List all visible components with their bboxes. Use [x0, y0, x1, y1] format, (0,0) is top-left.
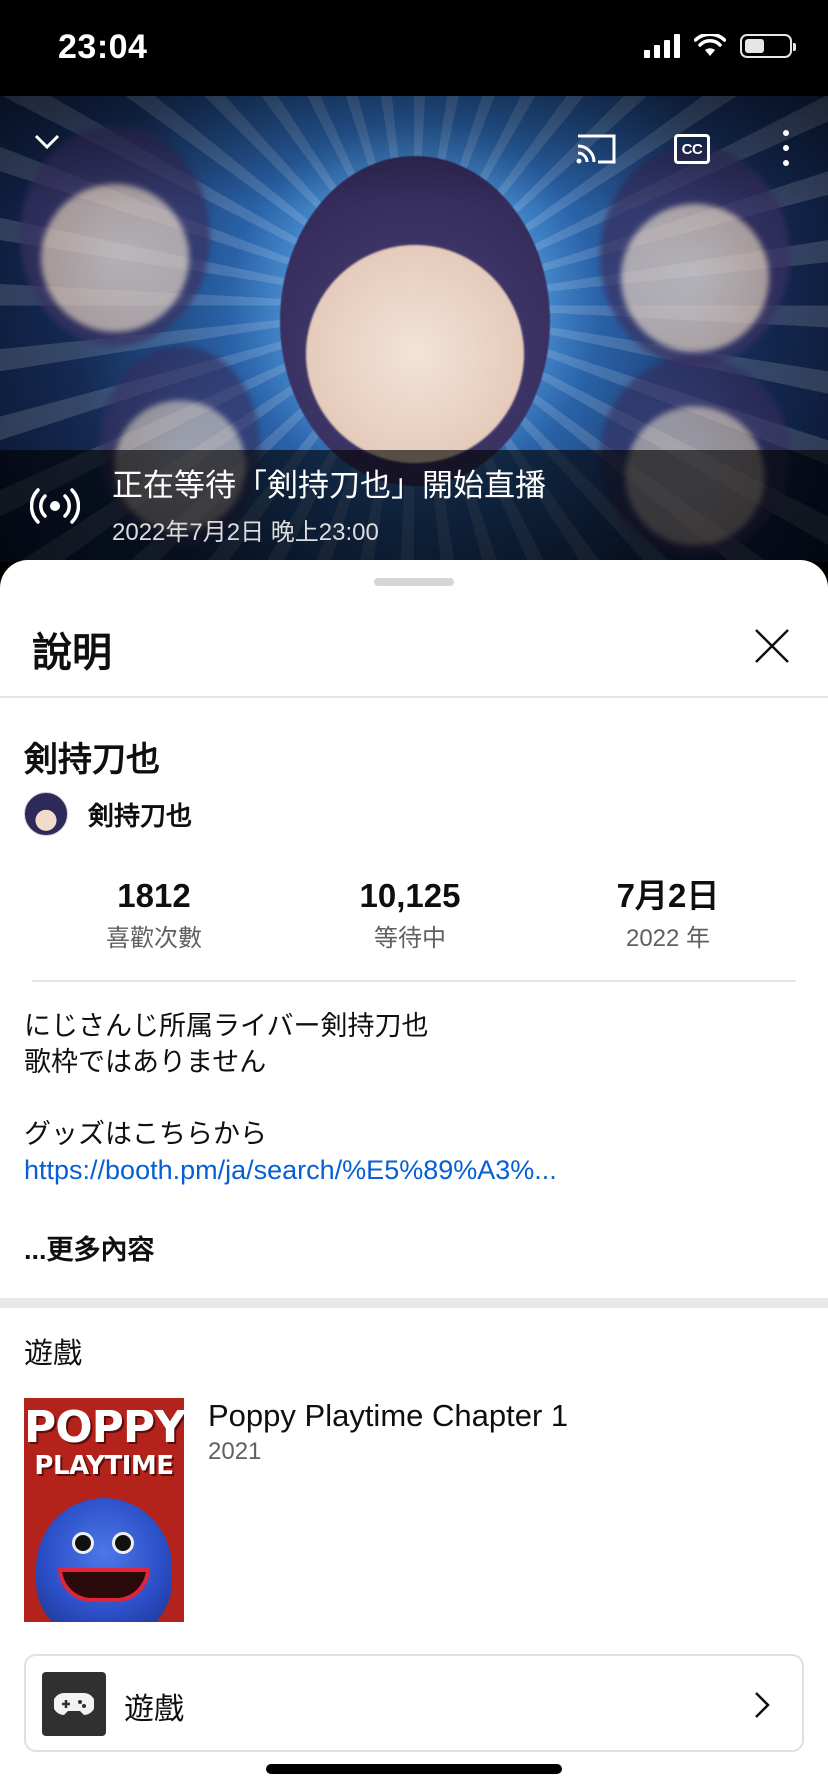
description-line: にじさんじ所属ライバー剣持刀也 — [24, 1011, 429, 1041]
close-icon[interactable] — [752, 626, 792, 666]
video-player[interactable]: CC 正在等待「剣持刀也」開始直播 2022年7月2日 晚上23:00 — [0, 96, 828, 562]
status-time: 23:04 — [58, 28, 148, 66]
cellular-signal-icon — [644, 34, 680, 58]
chevron-down-icon[interactable] — [32, 126, 62, 156]
status-bar: 23:04 — [0, 0, 828, 96]
live-broadcast-icon — [30, 488, 80, 524]
scheduled-time: 2022年7月2日 晚上23:00 — [112, 519, 379, 546]
stats-row: 1812 喜歡次數 10,125 等待中 7月2日 2022 年 — [0, 876, 828, 956]
game-name[interactable]: Poppy Playtime Chapter 1 — [208, 1398, 568, 1434]
stat-waiting: 10,125 等待中 — [310, 876, 510, 953]
home-indicator — [266, 1764, 562, 1774]
description-link[interactable]: https://booth.pm/ja/search/%E5%89%A3%... — [24, 1152, 804, 1188]
stat-value: 10,125 — [359, 877, 461, 914]
cast-icon[interactable] — [574, 132, 618, 166]
cover-title-line: POPPY — [24, 1402, 184, 1453]
stat-label: 喜歡次數 — [106, 925, 202, 952]
avatar[interactable] — [24, 792, 68, 836]
game-year: 2021 — [208, 1438, 262, 1465]
stat-label: 等待中 — [374, 925, 446, 952]
battery-icon — [740, 34, 796, 58]
waiting-title: 正在等待「剣持刀也」開始直播 — [112, 468, 546, 503]
stat-date: 7月2日 2022 年 — [568, 876, 768, 953]
channel-name[interactable]: 剣持刀也 — [88, 796, 192, 833]
games-browse-button[interactable]: 遊戲 — [24, 1654, 804, 1752]
cc-icon[interactable]: CC — [674, 134, 710, 164]
drag-handle[interactable] — [374, 578, 454, 586]
more-vert-icon[interactable] — [780, 130, 792, 166]
chevron-right-icon — [755, 1692, 770, 1718]
show-more-button[interactable]: ...更多內容 — [24, 1228, 155, 1267]
description-line: 歌枠ではありません — [24, 1047, 267, 1077]
divider — [32, 980, 796, 982]
stat-value: 1812 — [117, 877, 191, 914]
cover-title-line: PLAYTIME — [34, 1451, 174, 1481]
description-text: にじさんじ所属ライバー剣持刀也 歌枠ではありません グッズはこちらから http… — [24, 1008, 804, 1188]
wifi-icon — [694, 34, 726, 56]
stat-label: 2022 年 — [625, 925, 711, 952]
channel-row[interactable]: 剣持刀也 — [24, 792, 192, 836]
divider — [0, 696, 828, 698]
gamepad-icon — [42, 1672, 106, 1736]
section-separator — [0, 1298, 828, 1308]
description-line: グッズはこちらから — [24, 1119, 267, 1149]
waiting-banner: 正在等待「剣持刀也」開始直播 2022年7月2日 晚上23:00 — [0, 450, 828, 562]
sheet-title: 說明 — [32, 631, 112, 675]
monster-illustration — [36, 1498, 172, 1622]
stat-value: 7月2日 — [616, 877, 720, 914]
games-button-label: 遊戲 — [124, 1693, 184, 1726]
video-title: 剣持刀也 — [24, 741, 160, 779]
game-cover-image[interactable]: POPPY PLAYTIME — [24, 1398, 184, 1622]
games-section-label: 遊戲 — [24, 1338, 83, 1370]
status-icons — [644, 34, 796, 58]
stat-likes: 1812 喜歡次數 — [54, 876, 254, 953]
description-sheet: 說明 剣持刀也 剣持刀也 1812 喜歡次數 10,125 等待中 7月2日 2… — [0, 560, 828, 1792]
